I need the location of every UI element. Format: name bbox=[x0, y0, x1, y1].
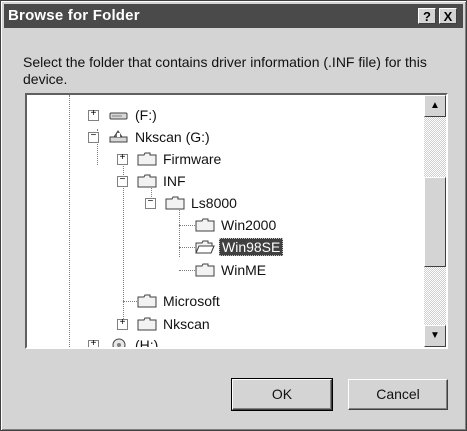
help-button[interactable]: ? bbox=[418, 8, 436, 24]
collapse-nkscan-g-toggle[interactable]: − bbox=[88, 132, 99, 143]
title-bar[interactable]: Browse for Folder ? X bbox=[4, 4, 463, 28]
tree-item-label: Win98SE bbox=[219, 238, 284, 256]
collapse-inf-toggle[interactable]: − bbox=[117, 176, 128, 187]
close-button[interactable]: X bbox=[439, 8, 457, 24]
network-drive-icon bbox=[109, 130, 128, 143]
scroll-down-button[interactable]: ▼ bbox=[424, 325, 446, 347]
ok-button[interactable]: OK bbox=[231, 378, 333, 411]
cancel-button[interactable]: Cancel bbox=[348, 379, 448, 410]
folder-icon bbox=[137, 152, 157, 166]
expand-nkscan-toggle[interactable]: + bbox=[117, 319, 128, 330]
expand-firmware-toggle[interactable]: + bbox=[117, 154, 128, 165]
open-folder-icon bbox=[195, 240, 215, 254]
folder-icon bbox=[137, 294, 157, 308]
browse-for-folder-dialog: Browse for Folder ? X Select the folder … bbox=[0, 0, 467, 431]
collapse-ls8000-toggle[interactable]: − bbox=[145, 198, 156, 209]
folder-icon bbox=[137, 174, 157, 188]
tree-item-winme[interactable]: WinME bbox=[195, 261, 268, 279]
folder-tree[interactable]: + (F:) − Nkscan (G:) + Firmware − INF − … bbox=[27, 95, 424, 347]
scrollbar-thumb[interactable] bbox=[424, 177, 446, 267]
tree-item-ls8000[interactable]: Ls8000 bbox=[165, 194, 239, 212]
tree-item-firmware[interactable]: Firmware bbox=[137, 150, 223, 168]
folder-icon bbox=[195, 263, 215, 277]
drive-icon bbox=[109, 112, 128, 120]
tree-item-label: Nkscan (G:) bbox=[135, 129, 210, 145]
tree-item-label: Ls8000 bbox=[191, 195, 237, 211]
tree-item-drive-f[interactable]: (F:) bbox=[109, 106, 159, 124]
vertical-scrollbar[interactable]: ▲ ▼ bbox=[424, 95, 446, 347]
tree-item-label: WinME bbox=[221, 262, 267, 278]
tree-item-microsoft[interactable]: Microsoft bbox=[137, 292, 222, 310]
tree-item-nkscan[interactable]: Nkscan bbox=[137, 315, 212, 333]
folder-icon bbox=[165, 196, 185, 210]
folder-icon bbox=[137, 317, 157, 331]
tree-item-nkscan-g[interactable]: Nkscan (G:) bbox=[109, 128, 212, 146]
tree-item-win2000[interactable]: Win2000 bbox=[195, 216, 278, 234]
tree-item-label: Firmware bbox=[163, 151, 222, 167]
tree-item-label: INF bbox=[163, 173, 186, 189]
tree-item-label: Microsoft bbox=[163, 293, 220, 309]
tree-item-label: (H:) bbox=[135, 337, 159, 347]
instructions-text: Select the folder that contains driver i… bbox=[23, 54, 427, 87]
tree-item-drive-h[interactable]: (H:) bbox=[109, 336, 160, 347]
scroll-up-button[interactable]: ▲ bbox=[424, 95, 446, 117]
tree-item-win98se[interactable]: Win98SE bbox=[195, 238, 284, 256]
tree-item-label: Nkscan bbox=[163, 316, 210, 332]
tree-item-label: (F:) bbox=[135, 107, 157, 123]
expand-drive-h-toggle[interactable]: + bbox=[88, 340, 99, 347]
folder-tree-panel: + (F:) − Nkscan (G:) + Firmware − INF − … bbox=[25, 93, 448, 349]
tree-item-label: Win2000 bbox=[221, 217, 277, 233]
folder-icon bbox=[195, 218, 215, 232]
dialog-title: Browse for Folder bbox=[8, 7, 140, 24]
expand-drive-f-toggle[interactable]: + bbox=[88, 110, 99, 121]
tree-item-inf[interactable]: INF bbox=[137, 172, 188, 190]
cd-drive-icon bbox=[112, 338, 126, 347]
